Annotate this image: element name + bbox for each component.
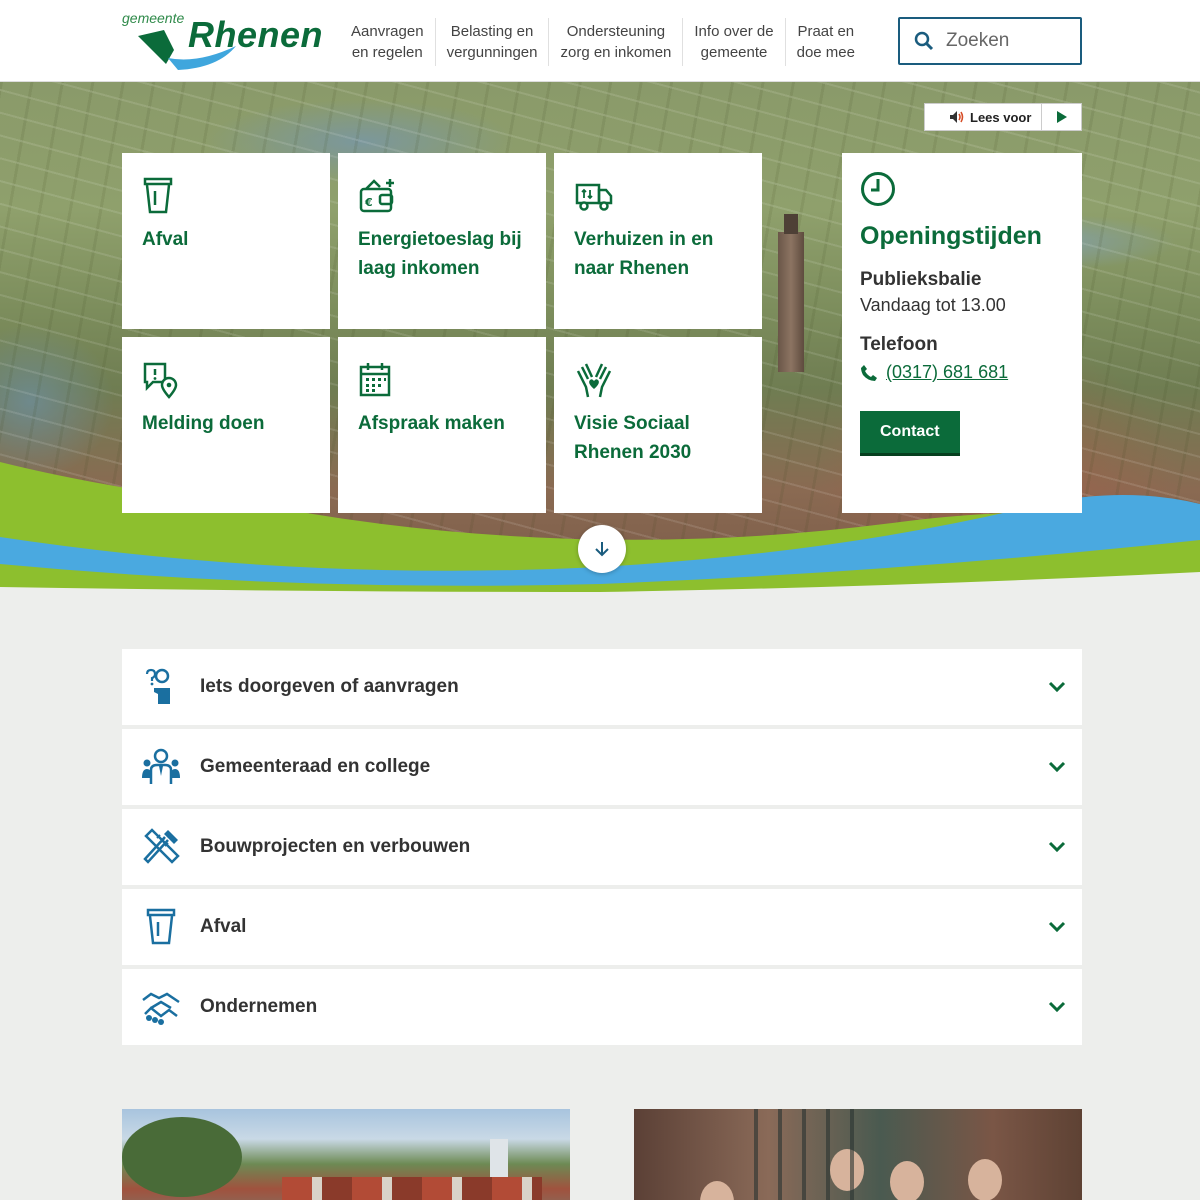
logo-big-text: Rhenen	[188, 14, 324, 55]
chevron-down-icon	[1048, 921, 1066, 933]
opening-hours-card: Openingstijden Publieksbalie Vandaag tot…	[842, 153, 1082, 513]
nav-label-line1: Aanvragen	[351, 23, 424, 40]
accordion-label: Gemeenteraad en college	[200, 756, 431, 777]
nav-label-line1: Ondersteuning	[566, 23, 666, 40]
play-button[interactable]	[1042, 110, 1081, 124]
nav-aanvragen[interactable]: Aanvragen en regelen	[340, 18, 436, 66]
nav-label-line1: Info over de	[694, 23, 774, 40]
counter-hours: Vandaag tot 13.00	[860, 295, 1006, 315]
play-icon	[1056, 111, 1067, 123]
speaker-icon	[950, 111, 964, 123]
tile-label: Afval	[142, 229, 189, 250]
hammer-ruler-icon	[143, 828, 180, 864]
search-box[interactable]	[898, 17, 1082, 65]
person-request-icon	[145, 668, 170, 704]
phone-icon	[861, 364, 877, 381]
accordion-label: Iets doorgeven of aanvragen	[200, 676, 459, 697]
calendar-icon	[359, 363, 391, 397]
nav-ondersteuning[interactable]: Ondersteuning zorg en inkomen	[549, 18, 684, 66]
logo-small-text: gemeente	[122, 10, 185, 26]
council-people-icon	[142, 748, 180, 784]
tile-label: Visie Sociaal Rhenen 2030	[574, 413, 692, 463]
wallet-euro-icon: €	[359, 179, 394, 213]
tile-afspraak[interactable]: Afspraak maken	[338, 337, 546, 513]
accordion-gemeenteraad[interactable]: Gemeenteraad en college	[122, 729, 1082, 805]
nav-label-line1: Praat en	[797, 23, 855, 40]
phone-number: (0317) 681 681	[886, 362, 1009, 382]
news-photo-council[interactable]	[634, 1109, 1082, 1200]
tile-visie-sociaal[interactable]: Visie Sociaal Rhenen 2030	[554, 337, 762, 513]
hero-section: Lees voor Afval € Energietoeslag bij laa…	[0, 82, 1200, 592]
church-tower	[778, 214, 804, 372]
accordion-label: Bouwprojecten en verbouwen	[200, 836, 471, 857]
tile-label: Verhuizen in en naar Rhenen	[574, 229, 714, 279]
nav-label-line2: doe mee	[796, 44, 855, 61]
tile-melding[interactable]: Melding doen	[122, 337, 330, 513]
accordion-label: Afval	[200, 916, 247, 937]
news-photo-town[interactable]	[122, 1109, 570, 1200]
accordion-bouwprojecten[interactable]: Bouwprojecten en verbouwen	[122, 809, 1082, 885]
gemeente-rhenen-logo[interactable]: gemeente Rhenen	[122, 10, 323, 72]
contact-button[interactable]: Contact	[860, 411, 960, 456]
nav-info-gemeente[interactable]: Info over de gemeente	[683, 18, 786, 66]
nav-label-line2: gemeente	[700, 44, 768, 61]
phone-link[interactable]: (0317) 681 681	[860, 362, 1064, 383]
tile-label: Afspraak maken	[358, 413, 505, 434]
waste-bin-icon	[146, 908, 176, 945]
nav-belasting[interactable]: Belasting en vergunningen	[436, 18, 550, 66]
accordion-label: Ondernemen	[200, 996, 318, 1017]
accordion-afval[interactable]: Afval	[122, 889, 1082, 965]
tile-afval[interactable]: Afval	[122, 153, 330, 329]
readspeaker-button[interactable]: Lees voor	[924, 103, 1082, 131]
accordion-ondernemen[interactable]: Ondernemen	[122, 969, 1082, 1045]
scroll-down-button[interactable]	[578, 525, 626, 573]
moving-truck-icon	[575, 183, 613, 211]
nav-label-line2: en regelen	[351, 44, 423, 61]
search-icon[interactable]	[914, 31, 934, 51]
site-header: gemeente Rhenen Aanvragen en regelen Bela…	[0, 0, 1200, 82]
readspeaker-label: Lees voor	[970, 109, 1032, 125]
tile-verhuizen[interactable]: Verhuizen in en naar Rhenen	[554, 153, 762, 329]
nav-praat-mee[interactable]: Praat en doe mee	[786, 18, 866, 66]
arrow-down-icon	[595, 542, 609, 557]
tile-label: Energietoeslag bij laag inkomen	[358, 229, 522, 279]
waste-bin-icon	[143, 177, 173, 214]
nav-label-line1: Belasting en	[450, 23, 534, 40]
chevron-down-icon	[1048, 761, 1066, 773]
phone-title: Telefoon	[860, 334, 938, 355]
chevron-down-icon	[1048, 1001, 1066, 1013]
chevron-down-icon	[1048, 681, 1066, 693]
handshake-icon	[142, 992, 180, 1025]
counter-title: Publieksbalie	[860, 269, 982, 290]
chevron-down-icon	[1048, 841, 1066, 853]
report-location-icon	[143, 362, 178, 399]
tile-energietoeslag[interactable]: € Energietoeslag bij laag inkomen	[338, 153, 546, 329]
clock-icon	[861, 172, 895, 206]
tile-label: Melding doen	[142, 413, 265, 434]
main-nav: Aanvragen en regelen Belasting en vergunni…	[340, 18, 866, 66]
opening-hours-title: Openingstijden	[860, 222, 1042, 250]
accordion-iets-doorgeven[interactable]: Iets doorgeven of aanvragen	[122, 649, 1082, 725]
search-input[interactable]	[946, 30, 1066, 52]
hands-heart-icon	[576, 363, 612, 398]
nav-label-line2: vergunningen	[446, 44, 538, 61]
nav-label-line2: zorg en inkomen	[560, 44, 672, 61]
svg-text:€: €	[364, 196, 373, 209]
